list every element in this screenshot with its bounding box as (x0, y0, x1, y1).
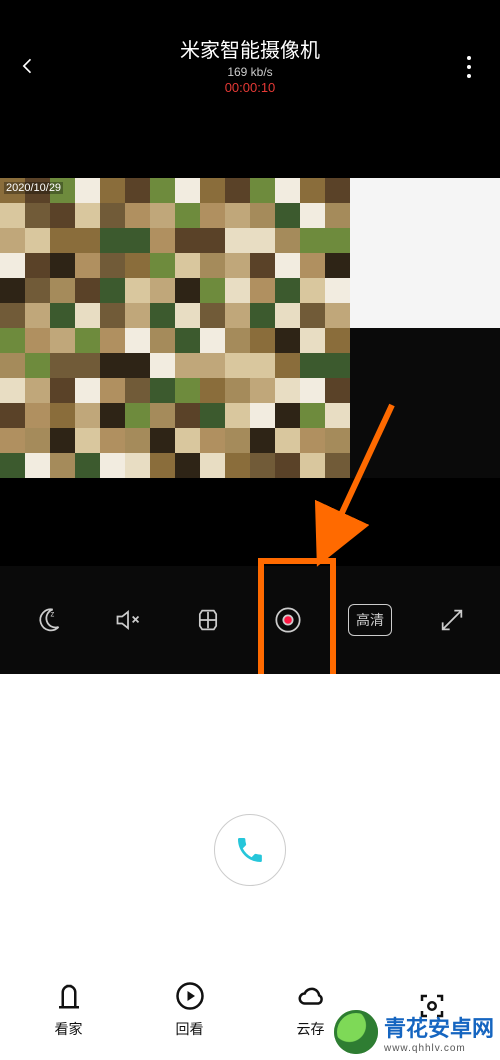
nav-scan[interactable] (417, 991, 447, 1029)
sleep-button[interactable]: z (28, 600, 68, 640)
nav-label: 云存 (297, 1019, 325, 1039)
back-button[interactable] (18, 56, 38, 76)
more-button[interactable] (460, 56, 478, 78)
nav-playback[interactable]: 回看 (175, 981, 205, 1039)
nav-label: 回看 (176, 1019, 204, 1039)
lower-panel: 看家 回看 云存 (0, 674, 500, 1060)
status-bar (0, 0, 500, 28)
svg-text:z: z (50, 610, 54, 619)
quality-button[interactable]: 高清 (348, 604, 392, 636)
app-header: 米家智能摄像机 169 kb/s 00:00:10 (0, 28, 500, 100)
bitrate-label: 169 kb/s (227, 65, 272, 79)
nav-cloud[interactable]: 云存 (296, 981, 326, 1039)
video-top-bar (0, 100, 500, 178)
nav-home[interactable]: 看家 (54, 981, 84, 1039)
snapshot-button[interactable] (188, 600, 228, 640)
video-bottom-bar (0, 478, 500, 566)
mute-button[interactable] (108, 600, 148, 640)
video-timestamp: 2020/10/29 (4, 182, 63, 194)
video-toolbar: z 高清 (0, 566, 500, 674)
bottom-nav: 看家 回看 云存 (0, 970, 500, 1060)
record-timer: 00:00:10 (225, 80, 276, 95)
video-view[interactable]: 2020/10/29 (0, 178, 500, 478)
record-button[interactable] (268, 600, 308, 640)
fullscreen-button[interactable] (432, 600, 472, 640)
call-button[interactable] (214, 814, 286, 886)
page-title: 米家智能摄像机 (180, 34, 320, 63)
nav-label: 看家 (55, 1019, 83, 1039)
